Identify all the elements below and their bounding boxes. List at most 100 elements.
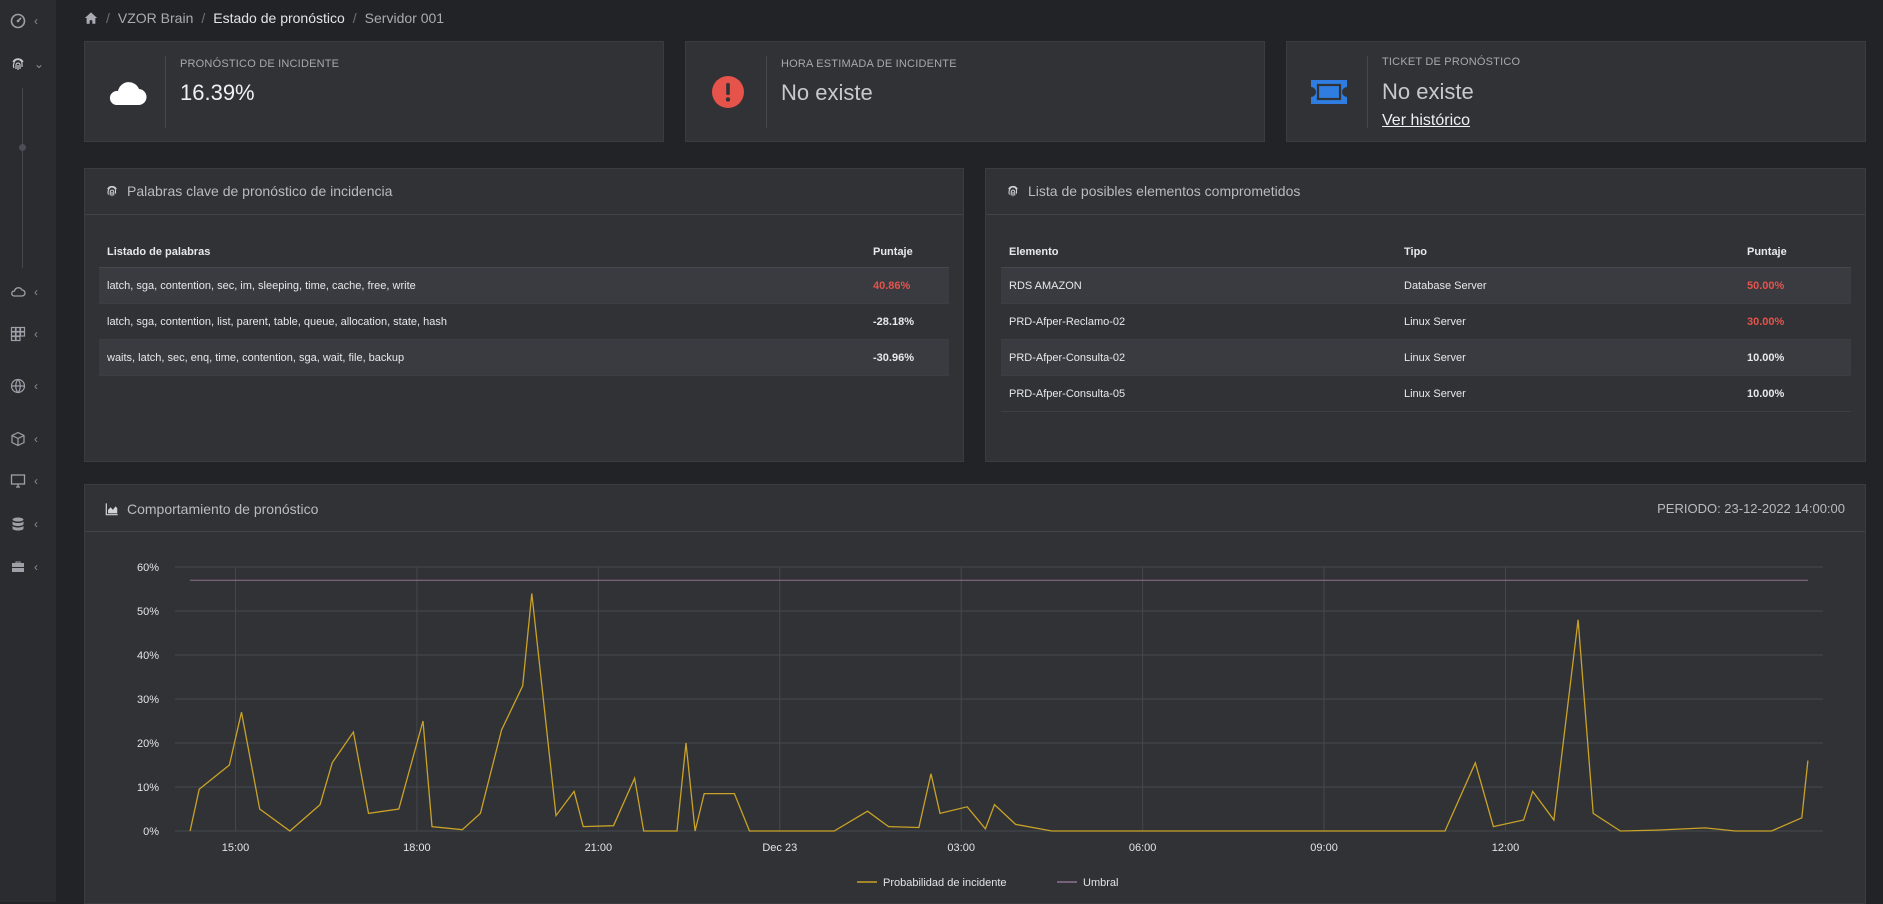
col-elemento-header[interactable]: Elemento [1001,237,1396,268]
element-type-cell: Linux Server [1396,339,1739,376]
nav-rail-dot [19,144,26,151]
keywords-title-text: Palabras clave de pronóstico de incidenc… [127,183,393,199]
keyword-list-cell: waits, latch, sec, enq, time, contention… [99,339,865,376]
element-name-cell: PRD-Afper-Consulta-02 [1001,339,1396,376]
table-row[interactable]: latch, sga, contention, list, parent, ta… [99,303,949,340]
col-puntaje-header[interactable]: Puntaje [1739,237,1851,268]
incident-forecast-value: 16.39% [180,80,255,105]
fingerprint-icon [1008,185,1018,197]
chevron-left-icon: ‹ [34,285,38,299]
incident-forecast-card: PRONÓSTICO DE INCIDENTE 16.39% [84,41,664,142]
forecast-ticket-label: TICKET DE PRONÓSTICO [1382,56,1521,68]
ticket-icon [1307,70,1351,114]
keywords-table: Listado de palabras Puntaje latch, sga, … [99,237,949,376]
cloud-icon [11,287,26,297]
table-row[interactable]: RDS AMAZON Database Server 50.00% [1001,267,1851,304]
x-tick-label: Dec 23 [762,842,797,854]
table-row[interactable]: latch, sga, contention, sec, im, sleepin… [99,267,949,304]
chevron-left-icon: ‹ [34,474,38,488]
element-score-cell: 30.00% [1739,303,1851,340]
breadcrumb-estado[interactable]: Estado de pronóstico [213,10,345,26]
table-row[interactable]: PRD-Afper-Consulta-05 Linux Server 10.00… [1001,375,1851,412]
sidebar-item-cloud[interactable]: ‹ [10,280,50,304]
sidebar-item-cube[interactable]: ‹ [10,427,50,451]
y-tick-label: 10% [137,782,159,794]
x-tick-label: 06:00 [1129,842,1157,854]
ver-historico-link[interactable]: Ver histórico [1382,112,1470,130]
chevron-left-icon: ‹ [34,14,38,28]
fingerprint-icon [12,58,24,70]
col-tipo-header[interactable]: Tipo [1396,237,1739,268]
y-tick-label: 20% [137,738,159,750]
element-name-cell: RDS AMAZON [1001,267,1396,304]
estimated-time-label: HORA ESTIMADA DE INCIDENTE [781,58,957,70]
sidebar-item-monitor[interactable]: ‹ [10,469,50,493]
chevron-left-icon: ‹ [34,327,38,341]
sidebar-item-database[interactable]: ‹ [10,512,50,536]
element-score-cell: 10.00% [1739,339,1851,376]
x-tick-label: 15:00 [222,842,250,854]
sidebar-item-globe[interactable]: ‹ [10,374,50,398]
dashboard-icon [10,13,26,29]
estimated-time-value: No existe [781,80,873,105]
element-type-cell: Linux Server [1396,303,1739,340]
legend-label: Umbral [1083,877,1118,889]
keyword-score-cell: -28.18% [865,303,949,340]
element-score-cell: 10.00% [1739,375,1851,412]
breadcrumb-servidor: Servidor 001 [364,10,445,26]
breadcrumb-separator: / [106,10,110,26]
card-divider [1367,56,1368,128]
keywords-panel-title: Palabras clave de pronóstico de incidenc… [105,183,392,199]
elements-panel-title: Lista de posibles elementos comprometido… [1006,183,1300,199]
x-tick-label: 21:00 [585,842,613,854]
col-puntaje-header[interactable]: Puntaje [865,237,949,268]
y-tick-label: 40% [137,650,159,662]
forecast-ticket-card: TICKET DE PRONÓSTICO No existe Ver histó… [1286,41,1866,142]
y-tick-label: 30% [137,694,159,706]
forecast-ticket-value: No existe [1382,79,1474,104]
keyword-score-cell: -30.96% [865,339,949,376]
forecast-chart-panel: Comportamiento de pronóstico PERIODO: 23… [84,484,1866,904]
breadcrumb-vzor-brain[interactable]: VZOR Brain [118,10,193,26]
x-tick-label: 09:00 [1310,842,1338,854]
forecast-line-chart: 0% 10% 20% 30% 40% 50% 60% 15:00 18:00 21:00 Dec 2… [137,562,1823,889]
keywords-panel: Palabras clave de pronóstico de incidenc… [84,168,964,462]
elements-table: Elemento Tipo Puntaje RDS AMAZON Databas… [1001,237,1851,412]
element-score-cell: 50.00% [1739,267,1851,304]
compromised-elements-panel: Lista de posibles elementos comprometido… [985,168,1866,462]
col-listado-header[interactable]: Listado de palabras [99,237,865,268]
legend-label: Probabilidad de incidente [883,877,1007,889]
keyword-score-cell: 40.86% [865,267,949,304]
elements-title-text: Lista de posibles elementos comprometido… [1028,183,1301,199]
sidebar-item-dashboard[interactable]: ‹ [10,9,50,33]
breadcrumb: / VZOR Brain / Estado de pronóstico / Se… [84,8,444,28]
breadcrumb-separator: / [352,10,357,26]
chevron-left-icon: ‹ [34,379,38,393]
y-tick-label: 0% [143,826,159,838]
cloud-icon [105,70,149,114]
nav-rail [22,88,23,268]
home-icon[interactable] [84,11,98,25]
element-type-cell: Linux Server [1396,375,1739,412]
y-tick-label: 60% [137,562,159,574]
card-divider [766,56,767,128]
alert-icon [706,70,750,114]
globe-icon [10,378,26,394]
fingerprint-icon [107,185,117,197]
x-tick-label: 03:00 [947,842,975,854]
y-tick-label: 50% [137,606,159,618]
element-type-cell: Database Server [1396,267,1739,304]
series-line-probabilidad [189,593,1809,832]
chevron-left-icon: ‹ [34,560,38,574]
table-row[interactable]: PRD-Afper-Consulta-02 Linux Server 10.00… [1001,339,1851,376]
sidebar-item-toolbox[interactable]: ‹ [10,555,50,579]
grid-icon [10,326,26,342]
element-name-cell: PRD-Afper-Consulta-05 [1001,375,1396,412]
table-row[interactable]: waits, latch, sec, enq, time, contention… [99,339,949,376]
element-name-cell: PRD-Afper-Reclamo-02 [1001,303,1396,340]
table-row[interactable]: PRD-Afper-Reclamo-02 Linux Server 30.00% [1001,303,1851,340]
panel-divider [986,214,1865,215]
chevron-down-icon: ⌄ [34,57,45,71]
sidebar-item-fingerprint[interactable]: ⌄ [10,52,50,76]
sidebar-item-grid[interactable]: ‹ [10,322,50,346]
